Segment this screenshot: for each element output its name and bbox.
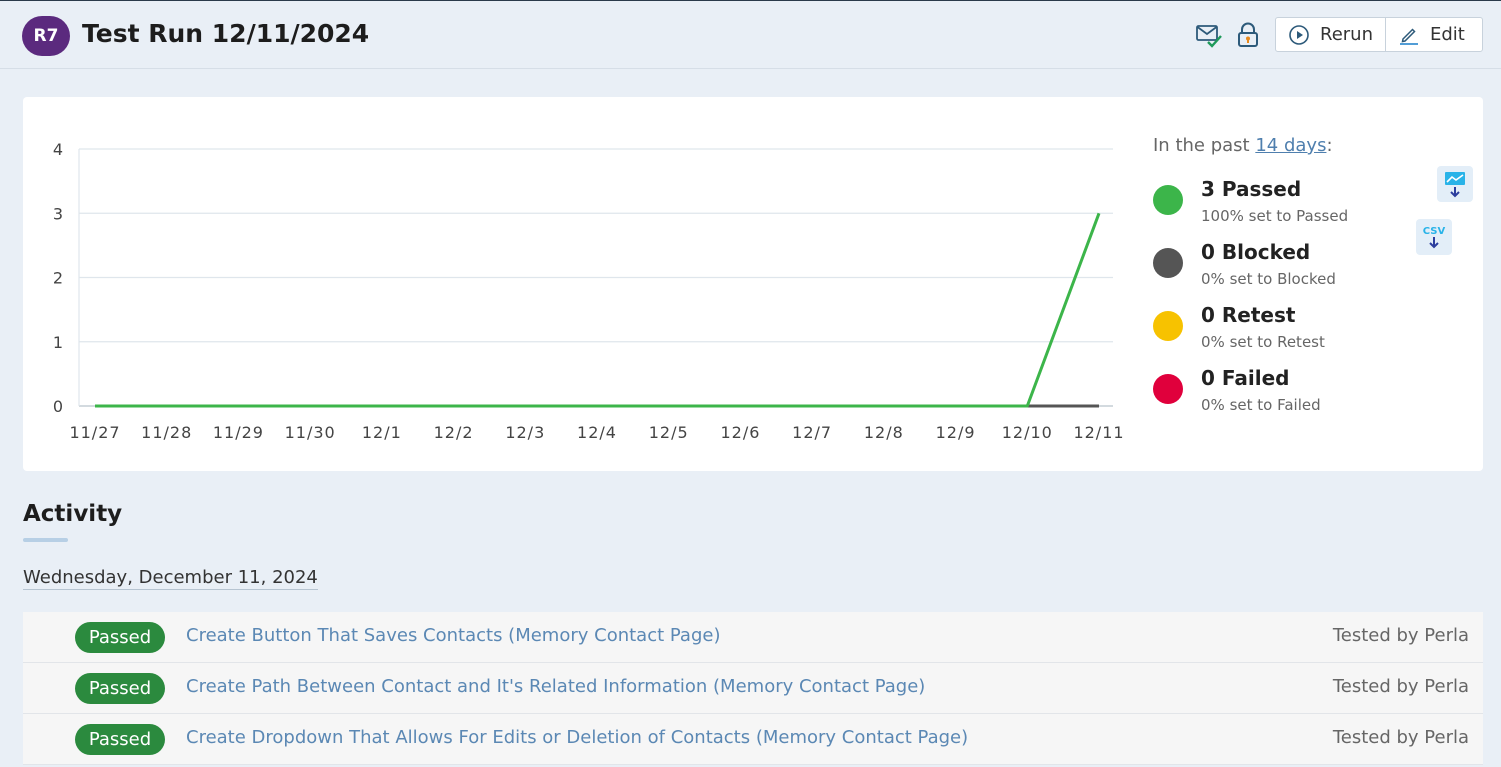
- edit-button[interactable]: Edit: [1385, 18, 1477, 51]
- y-tick-label: 2: [53, 269, 63, 288]
- rerun-button[interactable]: Rerun: [1276, 18, 1385, 51]
- tester-label: Tested by Perla: [1332, 625, 1469, 646]
- passed-dot: [1153, 185, 1183, 215]
- page-title: Test Run 12/11/2024: [82, 19, 370, 48]
- x-tick-label: 12/9: [936, 423, 976, 442]
- y-tick-label: 3: [53, 204, 63, 223]
- legend-percent: 100% set to Passed: [1201, 207, 1349, 225]
- legend-heading-prefix: In the past: [1153, 135, 1256, 156]
- csv-download-icon: CSV: [1423, 226, 1446, 249]
- export-csv-button[interactable]: CSV: [1416, 219, 1452, 255]
- legend-heading: In the past 14 days:: [1153, 135, 1333, 156]
- status-badge: Passed: [75, 622, 165, 653]
- pencil-icon: [1400, 27, 1418, 45]
- test-link[interactable]: Create Dropdown That Allows For Edits or…: [186, 727, 968, 748]
- status-badge: Passed: [75, 724, 165, 755]
- activity-date: Wednesday, December 11, 2024: [23, 567, 318, 590]
- x-tick-label: 11/30: [285, 423, 336, 442]
- activity-heading: Activity: [23, 501, 123, 527]
- legend-item-failed: 0 Failed 0% set to Failed: [1153, 366, 1393, 422]
- results-chart-card: 0 1 2 3 4 11/27 11/28 11/29 11/30 12/1 12/2 12/3 12/…: [23, 97, 1483, 471]
- legend-count: 0 Blocked: [1201, 240, 1311, 264]
- legend-percent: 0% set to Failed: [1201, 396, 1321, 414]
- legend-count: 3 Passed: [1201, 177, 1302, 201]
- test-link[interactable]: Create Button That Saves Contacts (Memor…: [186, 625, 720, 646]
- run-actions: Rerun Edit: [1275, 17, 1483, 52]
- edit-label: Edit: [1430, 24, 1465, 45]
- legend-percent: 0% set to Retest: [1201, 333, 1325, 351]
- x-tick-label: 12/10: [1002, 423, 1053, 442]
- legend-count: 0 Failed: [1201, 366, 1290, 390]
- legend-heading-suffix: :: [1326, 135, 1333, 156]
- run-id-badge: R7: [22, 16, 70, 56]
- period-link[interactable]: 14 days: [1255, 135, 1326, 156]
- legend-item-passed: 3 Passed 100% set to Passed: [1153, 177, 1393, 233]
- failed-dot: [1153, 374, 1183, 404]
- export-chart-image-button[interactable]: [1437, 166, 1473, 202]
- x-tick-label: 12/7: [792, 423, 832, 442]
- activity-row: Passed Create Path Between Contact and I…: [23, 663, 1483, 714]
- x-tick-label: 12/5: [649, 423, 689, 442]
- legend-item-retest: 0 Retest 0% set to Retest: [1153, 303, 1393, 359]
- retest-dot: [1153, 311, 1183, 341]
- x-tick-label: 12/8: [864, 423, 904, 442]
- rerun-label: Rerun: [1320, 24, 1373, 45]
- y-tick-label: 4: [53, 140, 63, 159]
- status-badge: Passed: [75, 673, 165, 704]
- play-circle-icon: [1289, 24, 1309, 45]
- results-line-chart: 0 1 2 3 4 11/27 11/28 11/29 11/30 12/1 12/2 12/3 12/…: [53, 140, 1124, 442]
- x-tick-label: 12/11: [1073, 423, 1124, 442]
- x-tick-label: 11/29: [213, 423, 264, 442]
- y-tick-label: 1: [53, 333, 63, 352]
- x-tick-label: 11/28: [141, 423, 192, 442]
- tester-label: Tested by Perla: [1332, 727, 1469, 748]
- x-tick-label: 12/3: [505, 423, 545, 442]
- chart-download-icon: [1445, 172, 1465, 198]
- csv-label: CSV: [1423, 226, 1446, 237]
- page-header: R7 Test Run 12/11/2024 Rerun Edit: [0, 1, 1501, 69]
- tester-label: Tested by Perla: [1332, 676, 1469, 697]
- y-tick-label: 0: [53, 397, 63, 416]
- email-check-icon[interactable]: [1195, 21, 1223, 49]
- activity-heading-underline: [23, 538, 68, 542]
- x-tick-label: 12/4: [577, 423, 617, 442]
- x-tick-label: 12/2: [434, 423, 474, 442]
- x-tick-label: 12/6: [720, 423, 760, 442]
- activity-list: Passed Create Button That Saves Contacts…: [23, 612, 1483, 765]
- x-tick-label: 12/1: [362, 423, 402, 442]
- series-line: [95, 212, 1101, 408]
- activity-row: Passed Create Dropdown That Allows For E…: [23, 714, 1483, 765]
- legend-item-blocked: 0 Blocked 0% set to Blocked: [1153, 240, 1393, 296]
- activity-row: Passed Create Button That Saves Contacts…: [23, 612, 1483, 663]
- x-tick-label: 11/27: [69, 423, 120, 442]
- blocked-dot: [1153, 248, 1183, 278]
- lock-icon[interactable]: [1234, 21, 1262, 49]
- test-link[interactable]: Create Path Between Contact and It's Rel…: [186, 676, 925, 697]
- legend-count: 0 Retest: [1201, 303, 1296, 327]
- legend-percent: 0% set to Blocked: [1201, 270, 1336, 288]
